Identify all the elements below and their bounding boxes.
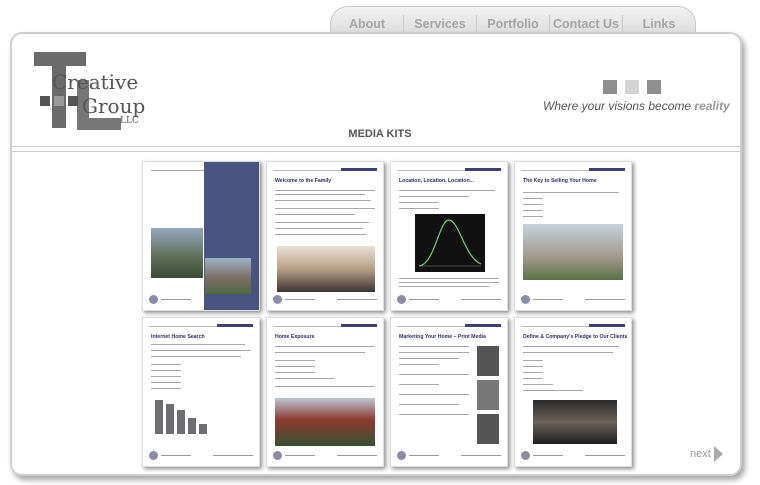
media-kit-page-1[interactable]	[142, 161, 260, 311]
tag-square	[603, 80, 617, 94]
page-heading: Welcome to the Family	[275, 178, 332, 184]
logo-llc: LLC	[120, 116, 139, 126]
media-kit-page-8[interactable]: Define & Company's Pledge to Our Clients	[514, 317, 632, 467]
market-chart-image	[415, 214, 485, 272]
media-kit-page-5[interactable]: Internet Home Search	[142, 317, 260, 467]
nav-contact-us[interactable]: Contact Us	[550, 15, 623, 33]
media-kit-page-4[interactable]: The Key to Selling Your Home	[514, 161, 632, 311]
nav-links[interactable]: Links	[623, 15, 695, 33]
logo-word-creative: Creative	[52, 70, 139, 94]
next-page-link[interactable]: next	[690, 446, 723, 462]
house-photo	[151, 228, 203, 278]
tag-square	[625, 80, 639, 94]
divider	[12, 146, 740, 147]
signing-pen-photo	[533, 400, 617, 444]
brochure-image	[477, 380, 499, 410]
people-photo	[277, 246, 375, 292]
media-kit-page-3[interactable]: Location, Location, Location...	[390, 161, 508, 311]
nav-services[interactable]: Services	[404, 15, 477, 33]
nav-about[interactable]: About	[331, 15, 404, 33]
next-label: next	[690, 448, 711, 460]
brochure-image	[477, 414, 499, 444]
page-heading: Home Exposure	[275, 334, 315, 340]
tagline: Where your visions become reality	[543, 99, 730, 113]
arrow-right-icon	[713, 446, 723, 462]
page-heading: The Key to Selling Your Home	[523, 178, 597, 184]
brochure-image	[477, 346, 499, 376]
tagline-text: Where your visions become	[543, 99, 695, 113]
tagline-accent: reality	[694, 99, 730, 113]
search-bar-chart	[155, 400, 207, 434]
tagline-squares	[603, 80, 661, 94]
page-title: MEDIA KITS	[348, 128, 412, 140]
page-heading: Define & Company's Pledge to Our Clients	[523, 334, 628, 340]
yard-sign-photo	[523, 224, 623, 280]
media-kit-page-6[interactable]: Home Exposure	[266, 317, 384, 467]
divider	[12, 151, 740, 152]
tag-square	[647, 80, 661, 94]
logo-word-group: Group	[82, 94, 146, 118]
nav-portfolio[interactable]: Portfolio	[477, 15, 550, 33]
media-kit-page-2[interactable]: Welcome to the Family	[266, 161, 384, 311]
media-kit-page-7[interactable]: Marketing Your Home – Print Media	[390, 317, 508, 467]
house-photo	[205, 258, 251, 294]
page-heading: Location, Location, Location...	[399, 178, 474, 184]
for-sale-sold-photo	[275, 398, 375, 446]
page-heading: Marketing Your Home – Print Media	[399, 334, 486, 340]
page-heading: Internet Home Search	[151, 334, 205, 340]
